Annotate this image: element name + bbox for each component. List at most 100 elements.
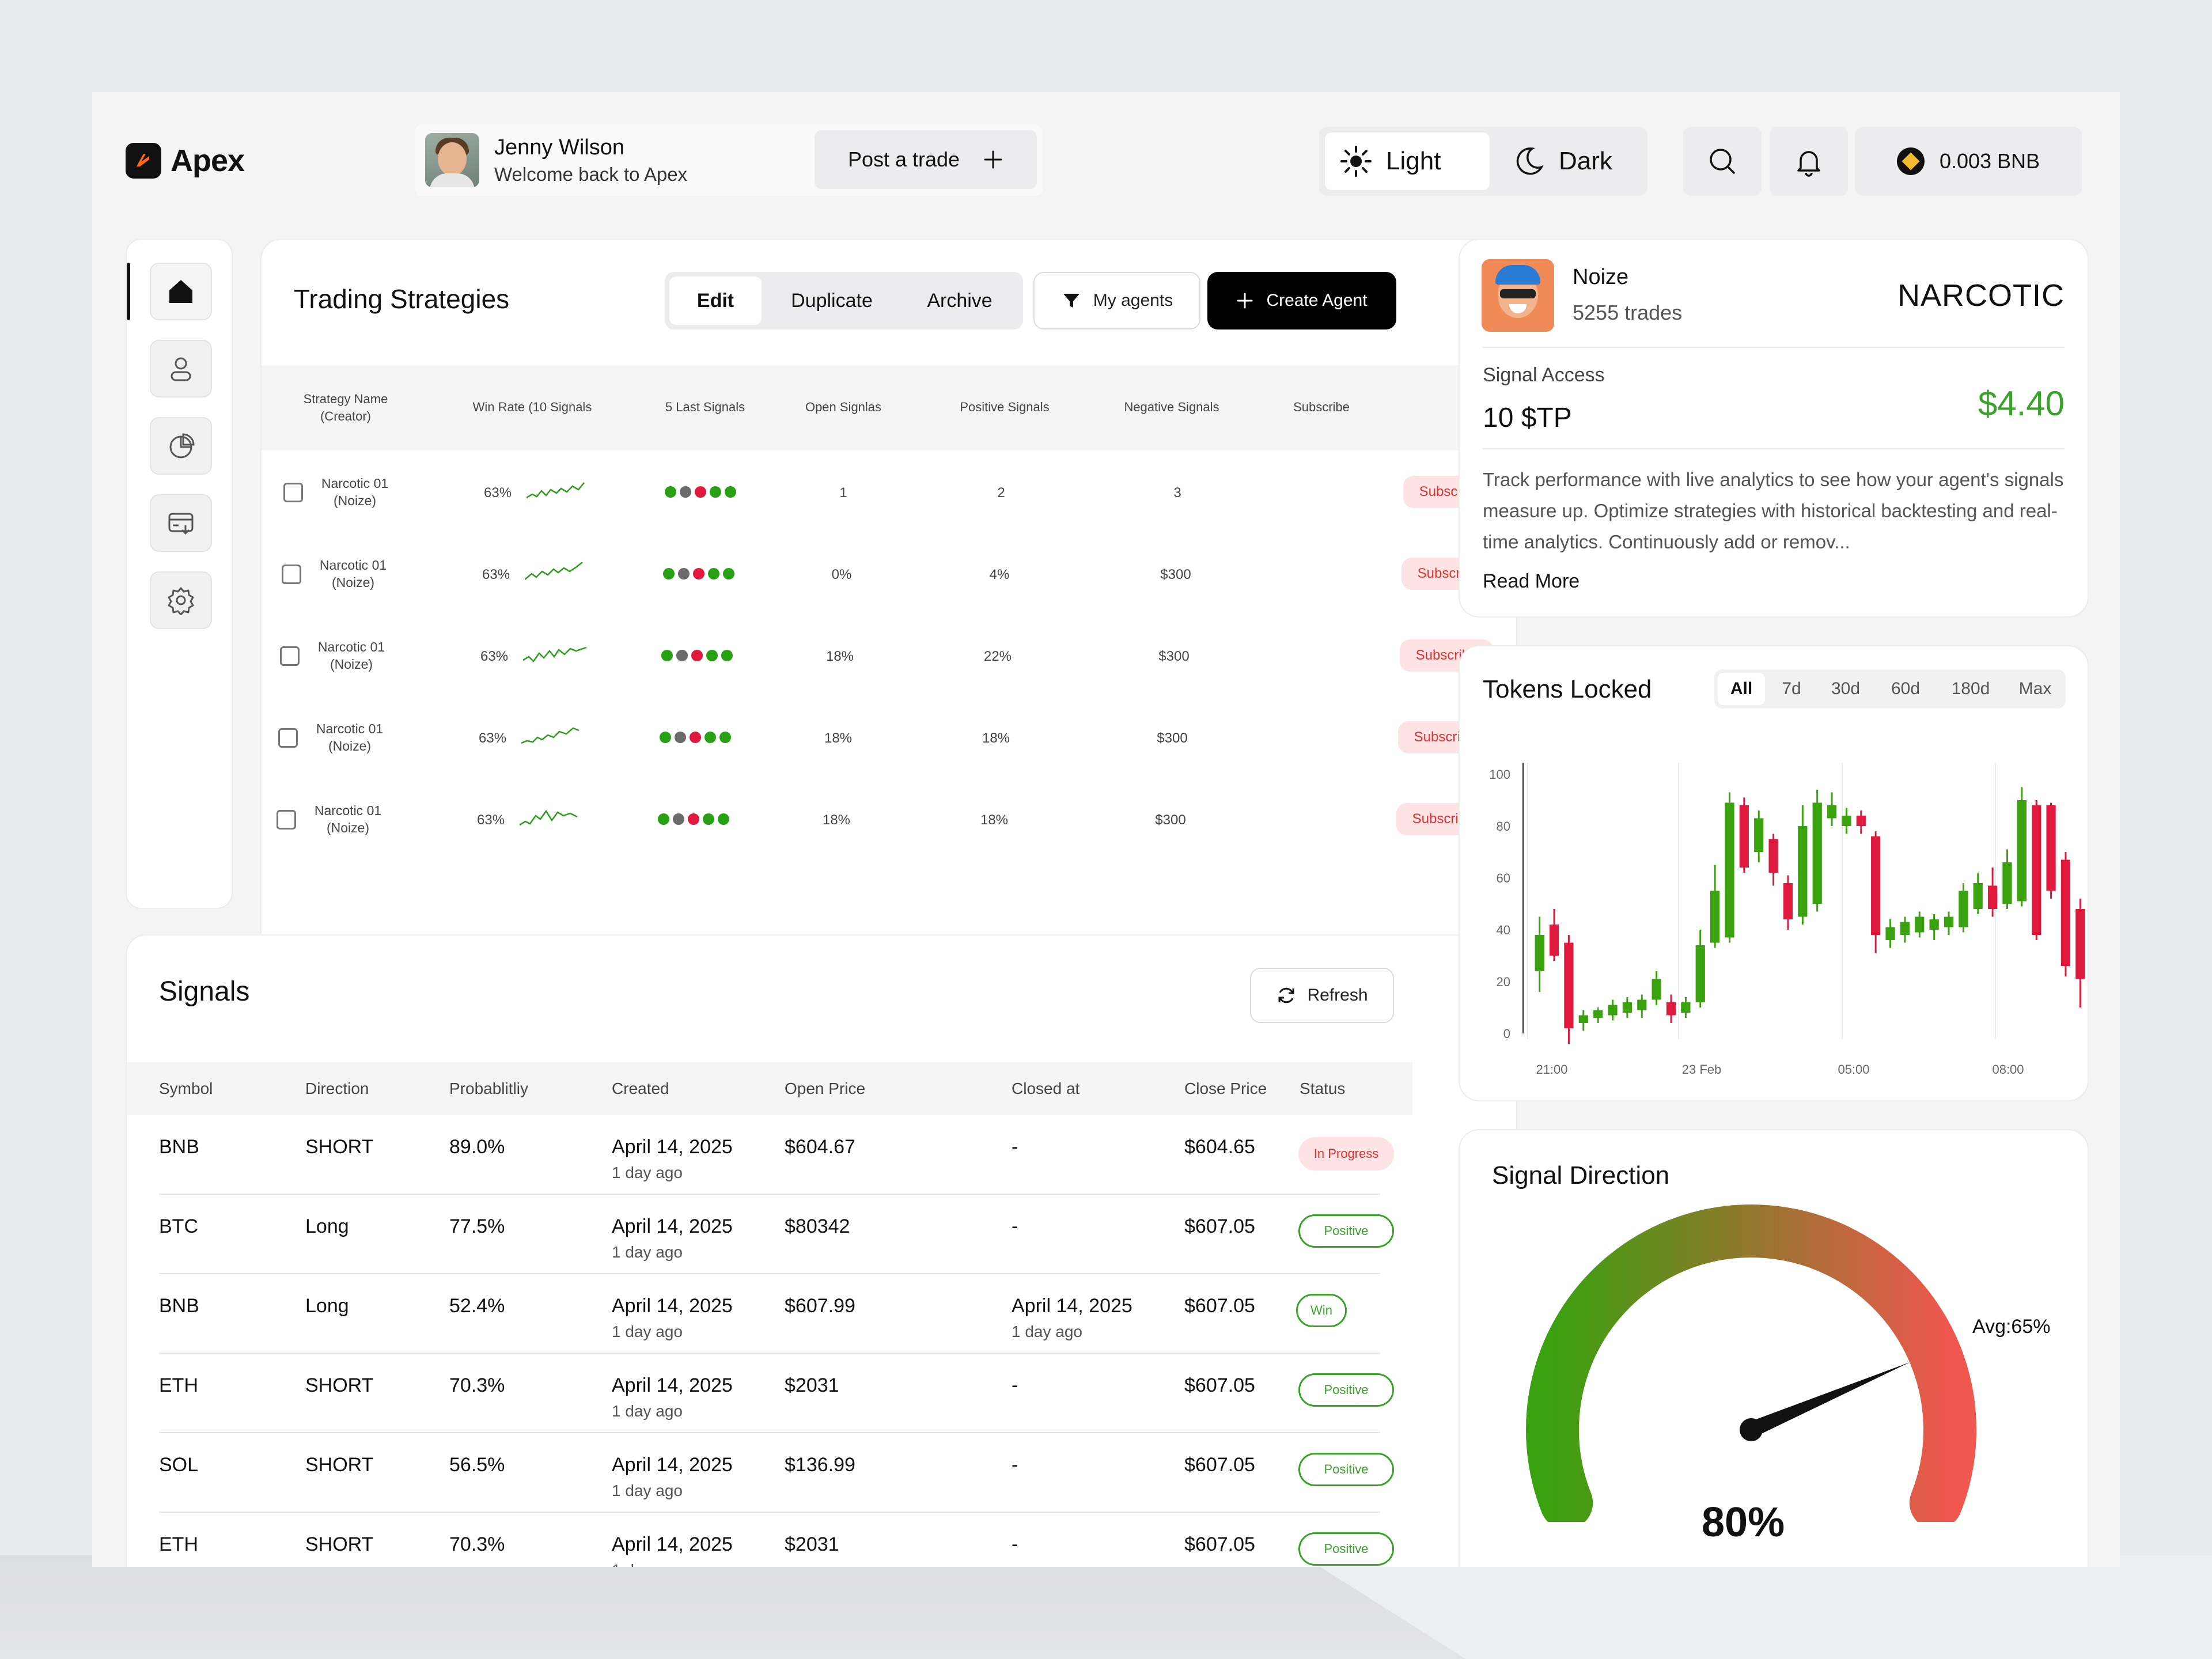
signal-created-ago: 1 day ago <box>612 1402 683 1420</box>
signal-direction: SHORT <box>305 1533 374 1555</box>
win-rate: 63% <box>482 567 510 582</box>
signal-dot <box>721 650 733 661</box>
candle-body <box>1987 885 1998 909</box>
range-7d[interactable]: 7d <box>1770 673 1813 705</box>
gauge-arc <box>1526 1205 1976 1522</box>
strategy-row: Narcotic 01 (Noize) 63% 18% 18% $300 Sub… <box>262 697 1516 779</box>
row-checkbox[interactable] <box>280 646 300 666</box>
plus-icon <box>984 150 1002 169</box>
sidebar-item-settings[interactable] <box>150 571 212 629</box>
signal-dot <box>663 568 675 579</box>
candle-body <box>1549 925 1559 956</box>
search-button[interactable] <box>1683 127 1762 196</box>
strategy-name: Narcotic 01 (Noize) <box>305 638 397 673</box>
app-shell: Apex Jenny Wilson Welcome back to Apex P… <box>92 92 2120 1567</box>
col-positive-signals: Positive Signals <box>960 400 1050 414</box>
theme-light-button[interactable]: Light <box>1325 132 1490 190</box>
strategy-actions: Edit Duplicate Archive <box>665 272 1023 329</box>
signal-dot <box>673 813 684 825</box>
notifications-button[interactable] <box>1770 127 1848 196</box>
signal-symbol: ETH <box>159 1533 198 1555</box>
candle-body <box>1710 891 1720 943</box>
signal-row: BNB SHORT 89.0% April 14, 2025 1 day ago… <box>127 1115 1412 1195</box>
range-30d[interactable]: 30d <box>1818 673 1873 705</box>
signal-closed-at: - <box>1012 1533 1018 1555</box>
col-win-rate: Win Rate (10 Signals <box>472 400 592 414</box>
signal-dot <box>680 486 691 498</box>
signal-closed-at: - <box>1012 1454 1018 1476</box>
user-avatar[interactable] <box>425 133 479 187</box>
row-checkbox[interactable] <box>282 565 301 584</box>
row-checkbox[interactable] <box>278 728 298 748</box>
signal-dot <box>691 650 703 661</box>
home-icon <box>169 280 192 303</box>
gauge-needle <box>1748 1362 1911 1437</box>
negative-signals: $300 <box>1160 567 1191 582</box>
sidebar-item-analytics[interactable] <box>150 417 212 475</box>
sidebar-item-profile[interactable] <box>150 340 212 397</box>
strategies-title: Trading Strategies <box>294 284 510 314</box>
signal-probability: 56.5% <box>449 1454 505 1476</box>
row-checkbox[interactable] <box>283 483 303 502</box>
candle-body <box>1622 1002 1633 1013</box>
signal-access-value: 10 $TP <box>1483 403 1572 433</box>
negative-signals: $300 <box>1155 812 1186 828</box>
open-signals: 18% <box>824 730 853 746</box>
edit-button[interactable]: Edit <box>669 276 762 325</box>
strategy-name-text: Narcotic 01 <box>319 558 387 573</box>
col-probability: Probablitliy <box>449 1080 528 1097</box>
post-trade-button[interactable]: Post a trade <box>815 130 1037 189</box>
strategy-name-text: Narcotic 01 <box>317 639 385 654</box>
signal-created: April 14, 2025 <box>612 1295 733 1317</box>
range-60d[interactable]: 60d <box>1878 673 1933 705</box>
divider <box>1483 448 2065 449</box>
candle-body <box>1944 916 1954 927</box>
signal-direction: Long <box>305 1295 349 1317</box>
win-rate-sparkline <box>520 809 578 826</box>
theme-dark-label: Dark <box>1559 147 1612 175</box>
read-more-link[interactable]: Read More <box>1483 570 1580 593</box>
strategy-creator: (Noize) <box>331 575 375 590</box>
search-icon <box>1710 149 1735 174</box>
logo[interactable]: Apex <box>126 143 245 179</box>
candle-body <box>1959 891 1968 927</box>
wallet-balance[interactable]: 0.003 BNB <box>1855 127 2082 196</box>
strategy-creator: (Noize) <box>328 738 372 753</box>
col-symbol: Symbol <box>159 1080 213 1097</box>
strategy-creator: (Noize) <box>333 493 377 508</box>
range-180d[interactable]: 180d <box>1938 673 2003 705</box>
sidebar-item-payments[interactable] <box>150 494 212 552</box>
create-agent-button[interactable]: Create Agent <box>1207 272 1396 329</box>
signal-closed-at: April 14, 2025 <box>1012 1295 1132 1317</box>
signal-closed-at: - <box>1012 1136 1018 1158</box>
strategy-name: Narcotic 01 (Noize) <box>304 720 396 755</box>
theme-dark-button[interactable]: Dark <box>1498 132 1642 190</box>
settings-icon <box>168 587 194 615</box>
candle-body <box>1725 802 1734 938</box>
agent-avatar[interactable] <box>1482 259 1554 332</box>
signal-dot <box>676 650 688 661</box>
signal-symbol: ETH <box>159 1374 198 1396</box>
signal-close-price: $607.05 <box>1184 1533 1255 1555</box>
signal-dot <box>658 813 669 825</box>
signal-probability: 70.3% <box>449 1374 505 1396</box>
strategy-creator: (Noize) <box>329 657 373 672</box>
signal-dot <box>693 568 704 579</box>
sidebar-item-home[interactable] <box>150 263 212 320</box>
y-tick-label: 40 <box>1497 923 1510 937</box>
range-max[interactable]: Max <box>2008 673 2062 705</box>
my-agents-button[interactable]: My agents <box>1033 272 1200 329</box>
tokens-locked-card: Tokens Locked All 7d 30d 60d 180d Max 10… <box>1459 645 2089 1101</box>
duplicate-button[interactable]: Duplicate <box>768 276 895 325</box>
candle-body <box>2002 862 2012 904</box>
signal-access-label: Signal Access <box>1483 364 1605 386</box>
signal-open-price: $136.99 <box>785 1454 855 1476</box>
signal-direction-gauge <box>1526 1205 1976 1522</box>
archive-button[interactable]: Archive <box>902 276 1017 325</box>
signal-probability: 70.3% <box>449 1533 505 1555</box>
col-close-price: Close Price <box>1184 1080 1267 1097</box>
range-all[interactable]: All <box>1718 673 1765 705</box>
row-checkbox[interactable] <box>276 810 296 830</box>
refresh-button[interactable]: Refresh <box>1250 968 1394 1023</box>
signal-dot <box>723 568 734 579</box>
